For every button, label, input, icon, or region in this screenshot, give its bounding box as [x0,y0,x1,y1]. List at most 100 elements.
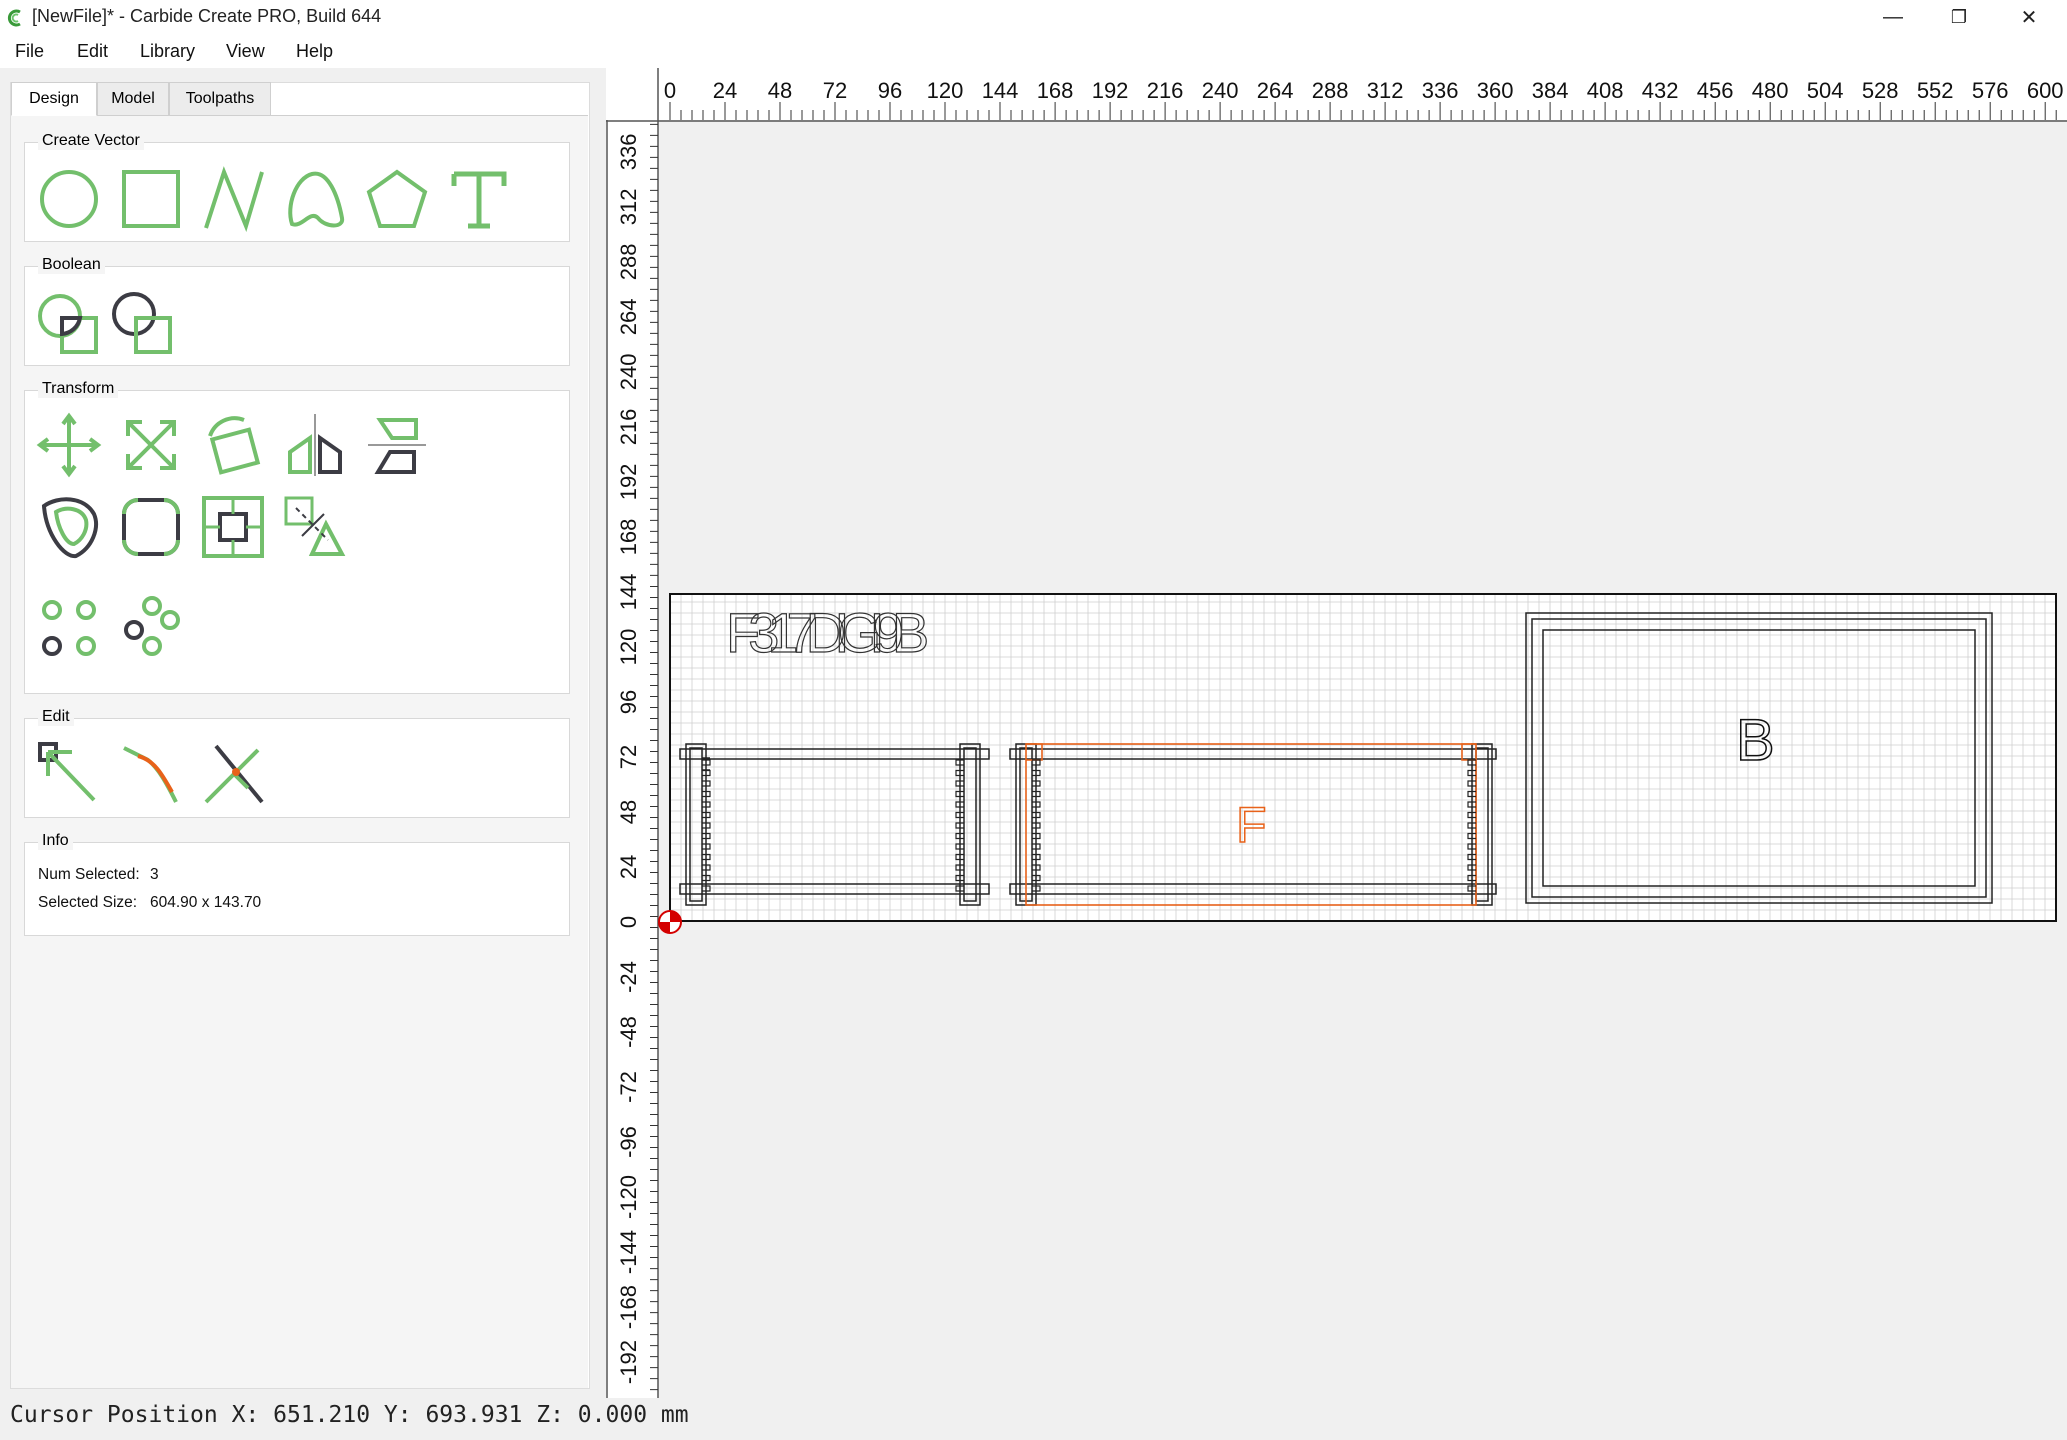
ruler-x-label: 456 [1697,78,1734,103]
ruler-x-label: 480 [1752,78,1789,103]
ruler-x-label: 120 [927,78,964,103]
ruler-x-label: 48 [768,78,792,103]
info-group [24,842,570,936]
text-tool-icon[interactable] [446,166,512,232]
info-title: Info [38,832,73,850]
polygon-tool-icon[interactable] [364,166,430,232]
ruler-y-label: 192 [616,464,641,501]
ruler-y-label: -144 [616,1230,641,1274]
cursor-position-label: Cursor Position [10,1402,218,1428]
ruler-x-label: 168 [1037,78,1074,103]
ruler-x-label: 360 [1477,78,1514,103]
fillet-icon[interactable] [118,494,184,560]
menu-library[interactable]: Library [140,41,195,62]
ruler-x-label: 312 [1367,78,1404,103]
vertical-ruler-labels: 336312288264240216192168144120967248240-… [616,134,641,1385]
ruler-y-label: 312 [616,189,641,226]
ruler-x-label: 96 [878,78,902,103]
smooth-node-icon[interactable] [118,740,184,806]
boolean-group [24,266,570,366]
rectangle-tool-icon[interactable] [118,166,184,232]
ruler-y-label: 288 [616,244,641,281]
ruler-y-label: -168 [616,1285,641,1329]
num-selected-label: Num Selected: [38,866,140,883]
ruler-y-label: -48 [616,1016,641,1048]
menu-view[interactable]: View [226,41,265,62]
create-vector-title: Create Vector [38,132,144,150]
ruler-x-label: 552 [1917,78,1954,103]
trim-icon[interactable] [282,494,348,560]
transform-title: Transform [38,380,119,398]
ruler-x-label: 336 [1422,78,1459,103]
ruler-x-label: 216 [1147,78,1184,103]
edit-title: Edit [38,708,74,726]
circle-tool-icon[interactable] [36,166,102,232]
edit-group [24,718,570,818]
ruler-y-label: 264 [616,299,641,336]
offset-icon[interactable] [36,494,102,560]
scale-icon[interactable] [118,412,184,478]
ruler-y-label: -96 [616,1126,641,1158]
ruler-x-label: 384 [1532,78,1569,103]
ruler-x-label: 72 [823,78,847,103]
ruler-x-label: 240 [1202,78,1239,103]
center-icon[interactable] [200,494,266,560]
ruler-y-label: 144 [616,574,641,611]
mirror-icon[interactable] [282,412,348,478]
ruler-y-label: -120 [616,1175,641,1219]
ruler-y-label: 0 [616,916,641,928]
grid-array-icon[interactable] [36,590,102,656]
node-edit-icon[interactable] [36,740,102,806]
front-panel-letter[interactable]: F [1235,796,1267,854]
rotate-icon[interactable] [200,412,266,478]
tab-model[interactable]: Model [97,82,169,116]
restore-button[interactable]: ❐ [1926,0,1992,34]
ruler-y-label: -72 [616,1071,641,1103]
origin-marker-icon [658,910,682,934]
move-icon[interactable] [36,412,102,478]
tab-design[interactable]: Design [11,82,97,116]
ruler-y-label: 240 [616,354,641,391]
design-canvas-area[interactable]: 0 24 48 72 96 120 144 168 192 216 240 264 288 312 336 3… [606,68,2067,1398]
ruler-y-label: 24 [616,855,641,879]
tab-toolpaths[interactable]: Toolpaths [169,82,271,116]
overlapping-text-outlines[interactable]: F317DIGI9B [725,600,939,664]
bottom-panel-letter[interactable]: B [1735,707,1775,774]
selected-size-value: 604.90 x 143.70 [150,894,262,911]
cursor-y: Y: 693.931 [383,1402,523,1428]
ruler-x-label: 528 [1862,78,1899,103]
ruler-y-label: 120 [616,629,641,666]
menu-file[interactable]: File [15,41,44,62]
ruler-y-label: 72 [616,745,641,769]
boolean-subtract-icon[interactable] [110,288,176,354]
design-canvas[interactable]: 0 24 48 72 96 120 144 168 192 216 240 264 288 312 336 3… [606,68,2067,1398]
ruler-x-label: 0 [664,78,676,103]
ruler-y-label: 168 [616,519,641,556]
ruler-y-label: -24 [616,961,641,993]
ruler-x-label: 144 [982,78,1019,103]
menu-help[interactable]: Help [296,41,333,62]
carbide-app-icon [6,9,24,27]
cursor-unit: mm [660,1402,689,1428]
cursor-z: Z: 0.000 [536,1402,648,1428]
ruler-y-label: 216 [616,409,641,446]
minimize-button[interactable]: — [1860,0,1926,34]
ruler-x-label: 600 [2027,78,2064,103]
cursor-x: X: 651.210 [231,1402,371,1428]
ruler-x-label: 504 [1807,78,1844,103]
ruler-y-label: 48 [616,800,641,824]
circular-array-icon[interactable] [118,590,184,656]
polyline-tool-icon[interactable] [200,166,266,232]
ruler-x-label: 264 [1257,78,1294,103]
ruler-x-label: 192 [1092,78,1129,103]
cursor-position-readout: Cursor Position X: 651.210 Y: 693.931 Z:… [10,1402,689,1428]
boolean-union-icon[interactable] [36,288,102,354]
boolean-title: Boolean [38,256,105,274]
close-button[interactable]: ✕ [1996,0,2062,34]
menu-edit[interactable]: Edit [77,41,108,62]
ruler-x-label: 24 [713,78,737,103]
cut-node-icon[interactable] [200,740,266,806]
align-icon[interactable] [364,412,430,478]
ruler-x-label: 576 [1972,78,2009,103]
curve-tool-icon[interactable] [282,166,348,232]
